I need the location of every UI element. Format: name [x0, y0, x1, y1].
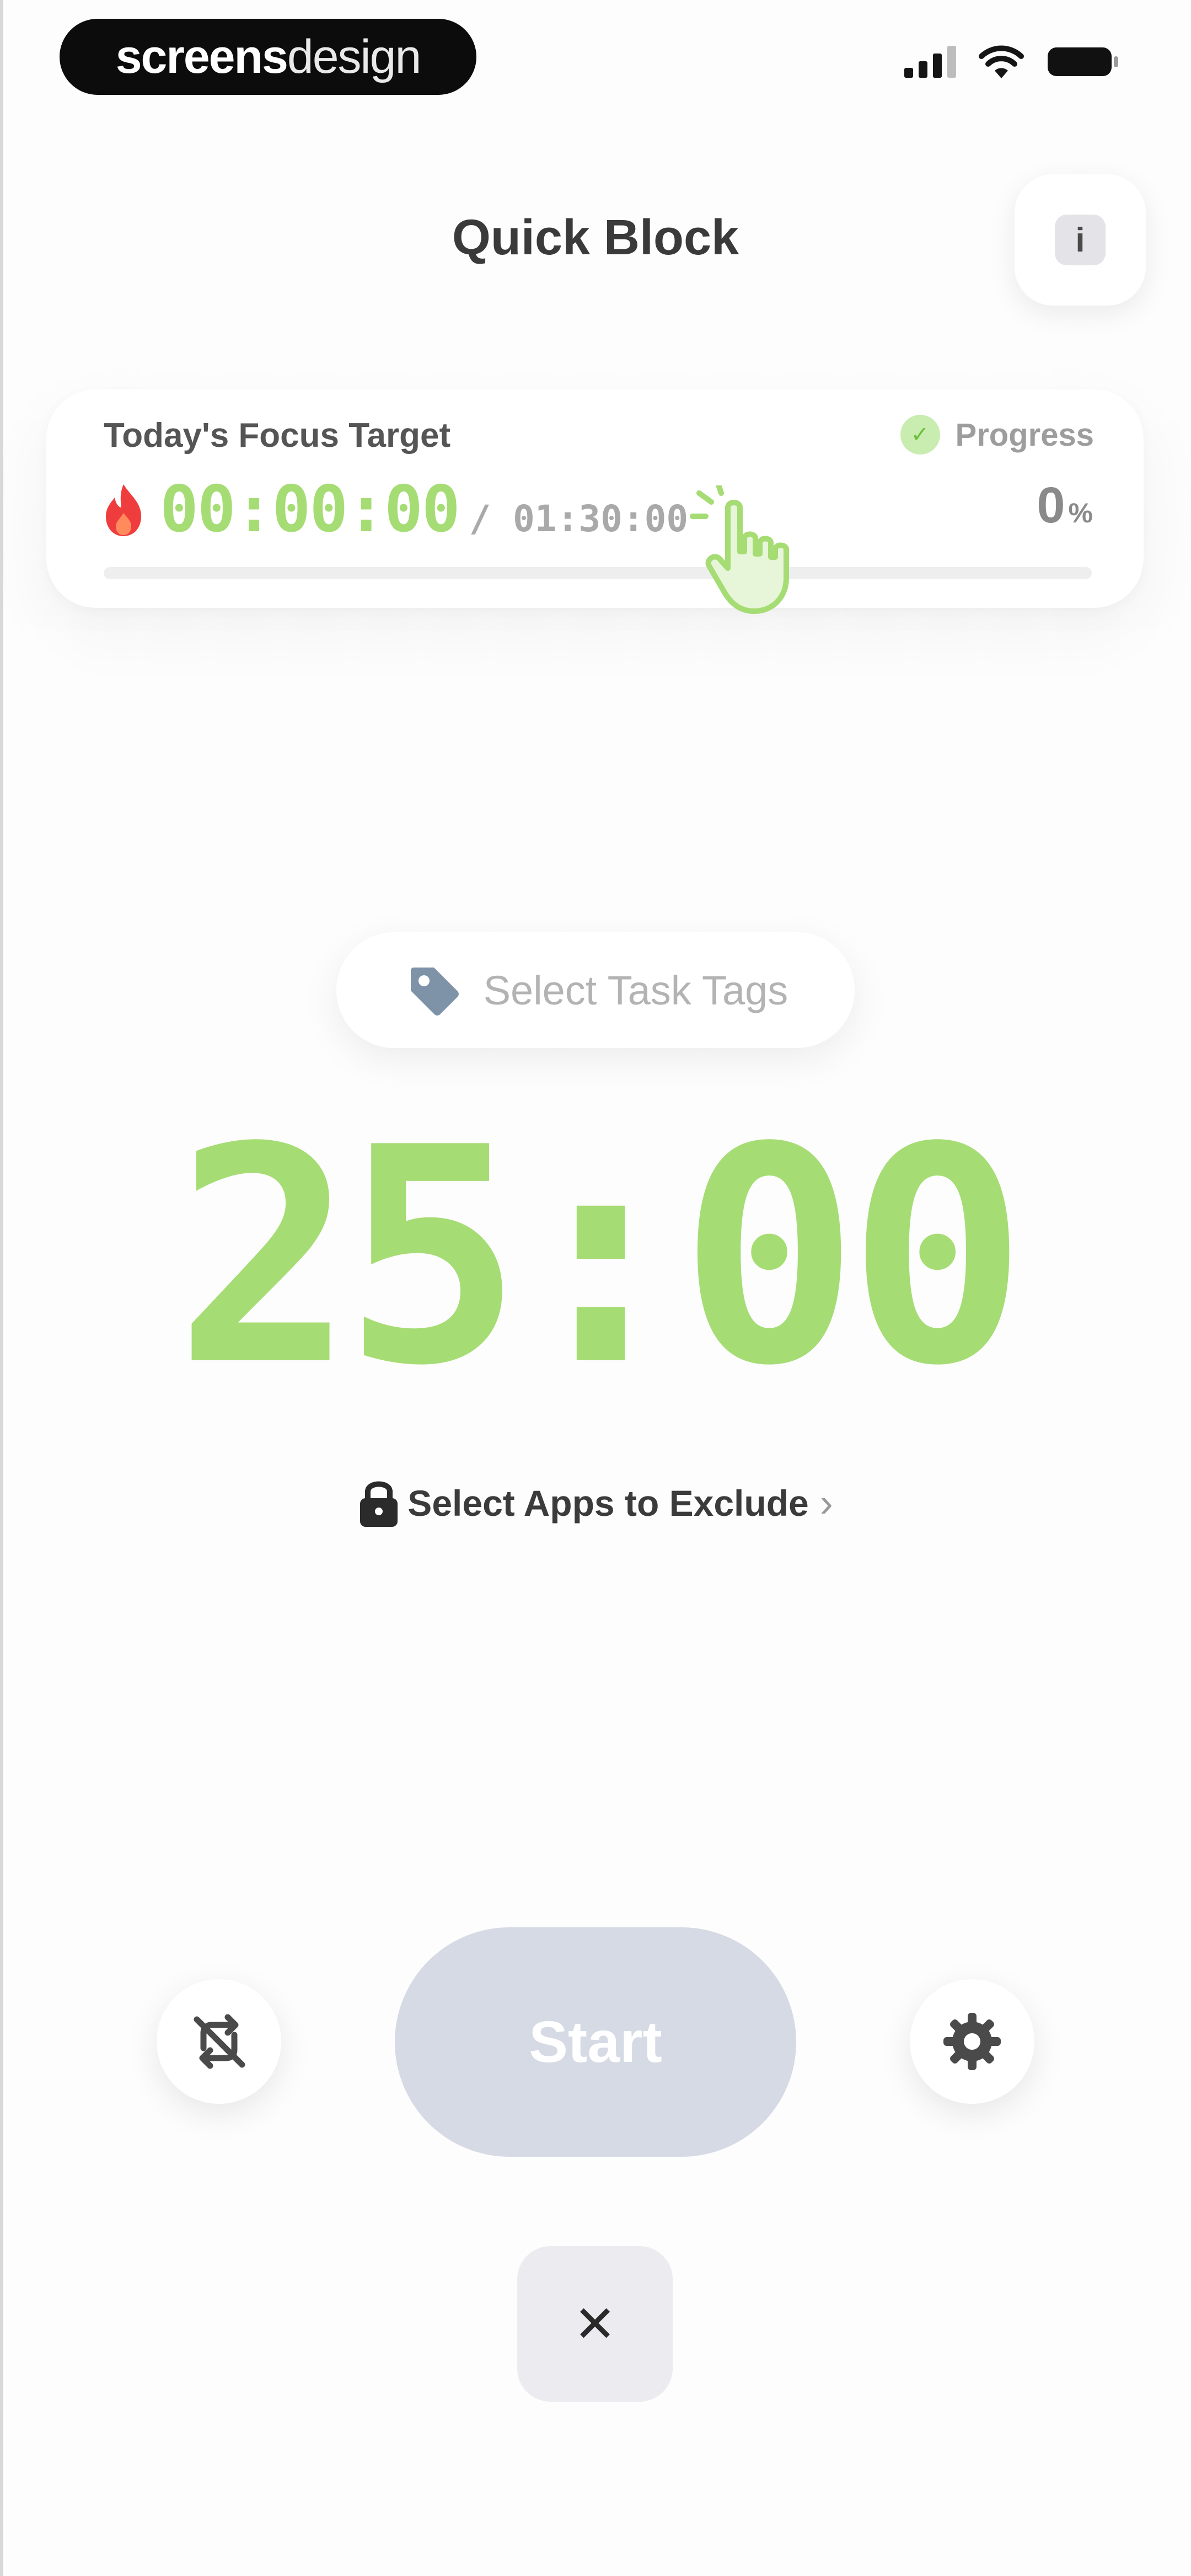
info-icon: i: [1055, 215, 1106, 265]
progress-percent-value: 0: [1037, 477, 1065, 533]
select-apps-exclude-label: Select Apps to Exclude: [407, 1483, 809, 1524]
cellular-signal-icon: [904, 46, 956, 78]
progress-label: Progress: [955, 416, 1094, 453]
no-repeat-icon: [194, 2014, 245, 2069]
check-icon: ✓: [900, 415, 940, 455]
hand-pointer-icon: [690, 485, 789, 614]
progress-percent-sign: %: [1068, 498, 1093, 528]
lock-icon: [360, 1481, 398, 1527]
page-title: Quick Block: [452, 210, 739, 265]
progress-bar: [104, 567, 1092, 579]
tag-icon: [410, 968, 459, 1016]
flame-icon: [106, 484, 141, 536]
select-task-tags-button[interactable]: Select Task Tags: [336, 932, 855, 1048]
brand-watermark: screens design: [60, 19, 476, 95]
info-button[interactable]: i: [1015, 174, 1146, 306]
progress-percent: 0 %: [1037, 477, 1093, 535]
select-apps-exclude-link[interactable]: Select Apps to Exclude ›: [0, 1478, 1191, 1528]
elapsed-time: 00:00:00: [160, 472, 460, 547]
focus-timer-row: 00:00:00 / 01:30:00: [101, 472, 688, 547]
brand-bold-text: screens: [115, 30, 288, 83]
close-icon: ✕: [573, 2296, 616, 2353]
start-button[interactable]: Start: [395, 1927, 796, 2157]
close-button[interactable]: ✕: [517, 2246, 673, 2402]
progress-header: ✓ Progress: [900, 415, 1094, 455]
settings-button[interactable]: [910, 1979, 1034, 2104]
gear-icon: [943, 2013, 1001, 2070]
status-icons: [904, 44, 1119, 79]
chevron-right-icon: ›: [819, 1481, 833, 1525]
quick-block-screen: screens design Quick Block i Today's Focu…: [0, 0, 1191, 2576]
wifi-icon: [979, 45, 1024, 78]
target-time: / 01:30:00: [469, 498, 689, 540]
focus-target-card[interactable]: Today's Focus Target ✓ Progress 00:00:00…: [46, 389, 1144, 608]
no-repeat-button[interactable]: [157, 1979, 281, 2104]
focus-target-label: Today's Focus Target: [104, 416, 451, 455]
brand-light-text: design: [287, 30, 421, 83]
battery-icon: [1048, 47, 1118, 76]
countdown-timer: 25:00: [175, 1084, 1027, 1431]
select-task-tags-label: Select Task Tags: [483, 967, 788, 1013]
